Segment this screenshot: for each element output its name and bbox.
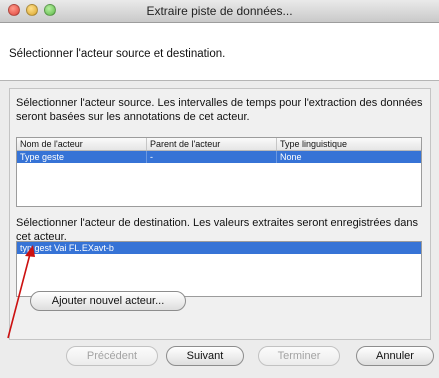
step-instruction: Sélectionner l'acteur source et destinat… bbox=[9, 48, 226, 60]
column-header-linguistic-type[interactable]: Type linguistique bbox=[277, 138, 421, 150]
destination-tier-description: Sélectionner l'acteur de destination. Le… bbox=[16, 217, 418, 243]
window-title: Extraire piste de données... bbox=[146, 4, 293, 18]
table-row[interactable]: Type geste - None bbox=[17, 151, 421, 163]
wizard-header: Sélectionner l'acteur source et destinat… bbox=[0, 23, 439, 81]
next-button[interactable]: Suivant bbox=[166, 346, 244, 366]
cancel-button[interactable]: Annuler bbox=[356, 346, 434, 366]
column-header-tier-name[interactable]: Nom de l'acteur bbox=[17, 138, 147, 150]
source-tier-description: Sélectionner l'acteur source. Les interv… bbox=[16, 97, 423, 123]
column-header-parent-tier[interactable]: Parent de l'acteur bbox=[147, 138, 277, 150]
cell-linguistic-type: None bbox=[280, 152, 302, 162]
table-header: Nom de l'acteur Parent de l'acteur Type … bbox=[17, 138, 421, 151]
add-new-tier-button[interactable]: Ajouter nouvel acteur... bbox=[30, 291, 186, 311]
source-tier-table[interactable]: Nom de l'acteur Parent de l'acteur Type … bbox=[16, 137, 422, 207]
destination-tier-list[interactable]: typ gest Vai FL.EXavt-b bbox=[16, 241, 422, 297]
finish-button[interactable]: Terminer bbox=[258, 346, 340, 366]
cell-tier-name: Type geste bbox=[17, 151, 147, 163]
cell-parent-tier: - bbox=[147, 151, 277, 163]
title-bar: Extraire piste de données... bbox=[0, 0, 439, 23]
list-item[interactable]: typ gest Vai FL.EXavt-b bbox=[17, 242, 421, 254]
previous-button[interactable]: Précédent bbox=[66, 346, 158, 366]
